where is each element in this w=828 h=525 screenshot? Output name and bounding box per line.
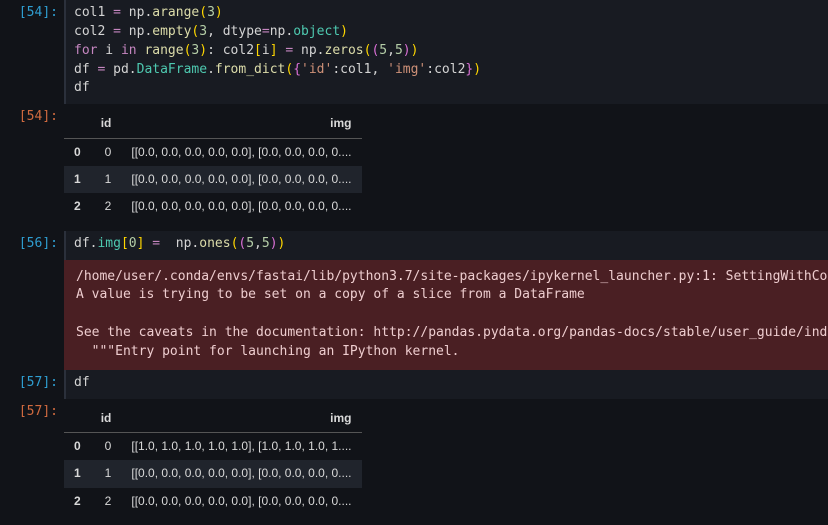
cell-56-stderr: /home/user/.conda/envs/fastai/lib/python… — [0, 260, 828, 370]
table-row: 1 1 [[0.0, 0.0, 0.0, 0.0, 0.0], [0.0, 0.… — [64, 166, 362, 193]
df54-col-id: id — [91, 110, 122, 138]
df54-col-img: img — [121, 110, 361, 138]
empty-prompt — [0, 260, 64, 268]
code-editor-54[interactable]: col1 = np.arange(3) col2 = np.empty(3, d… — [64, 0, 828, 104]
table-row: 2 2 [[0.0, 0.0, 0.0, 0.0, 0.0], [0.0, 0.… — [64, 193, 362, 220]
df54-corner — [64, 110, 91, 138]
cell-54-output: [54]: id img 0 0 [[0.0, 0.0, 0.0, 0.0, 0… — [0, 104, 828, 231]
table-row: 2 2 [[0.0, 0.0, 0.0, 0.0, 0.0], [0.0, 0.… — [64, 488, 362, 515]
df57-col-img: img — [121, 405, 361, 433]
warning-output-56: /home/user/.conda/envs/fastai/lib/python… — [64, 260, 828, 370]
table-row: 0 0 [[1.0, 1.0, 1.0, 1.0, 1.0], [1.0, 1.… — [64, 433, 362, 461]
input-prompt-54: [54]: — [0, 0, 64, 27]
df57-col-id: id — [91, 405, 122, 433]
cell-57-input: [57]: df — [0, 370, 828, 399]
output-prompt-54: [54]: — [0, 104, 64, 131]
input-prompt-56: [56]: — [0, 231, 64, 258]
output-prompt-57: [57]: — [0, 399, 64, 426]
cell-57-output: [57]: id img 0 0 [[1.0, 1.0, 1.0, 1.0, 1… — [0, 399, 828, 525]
table-row: 1 1 [[0.0, 0.0, 0.0, 0.0, 0.0], [0.0, 0.… — [64, 460, 362, 487]
df57-corner — [64, 405, 91, 433]
dataframe-output-54: id img 0 0 [[0.0, 0.0, 0.0, 0.0, 0.0], [… — [64, 110, 362, 221]
cell-54-input: [54]: col1 = np.arange(3) col2 = np.empt… — [0, 0, 828, 104]
code-editor-56[interactable]: df.img[0] = np.ones((5,5)) — [64, 231, 828, 260]
dataframe-output-57: id img 0 0 [[1.0, 1.0, 1.0, 1.0, 1.0], [… — [64, 405, 362, 516]
code-editor-57[interactable]: df — [64, 370, 828, 399]
input-prompt-57: [57]: — [0, 370, 64, 397]
cell-56-input: [56]: df.img[0] = np.ones((5,5)) — [0, 231, 828, 260]
table-row: 0 0 [[0.0, 0.0, 0.0, 0.0, 0.0], [0.0, 0.… — [64, 138, 362, 166]
